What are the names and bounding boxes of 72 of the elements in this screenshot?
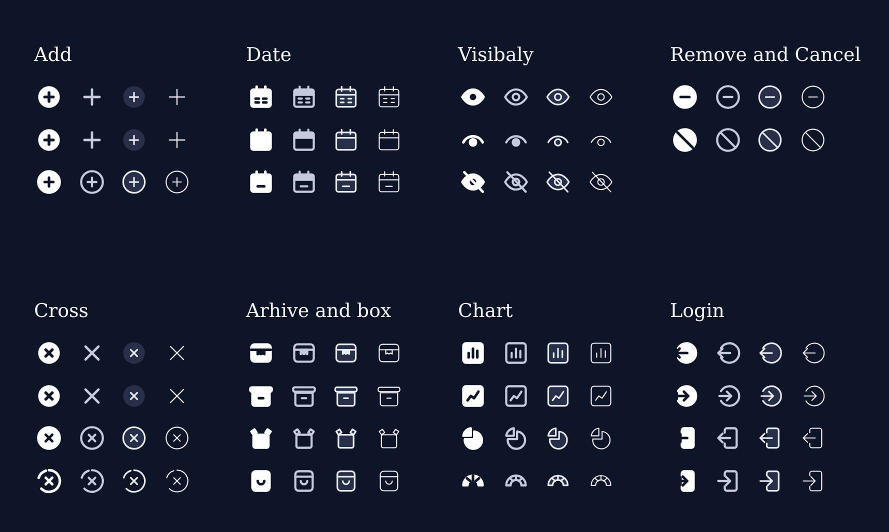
gauge-icon: [545, 474, 571, 487]
prohibited-icon: [714, 126, 740, 152]
eye-slash-icon: [502, 169, 528, 195]
gauge-icon: [502, 474, 528, 487]
calendar-icon: [290, 126, 316, 152]
pie-chart-icon: [545, 425, 571, 451]
eye-slash-icon: [545, 169, 571, 195]
calendar-icon: [248, 169, 274, 195]
x-circle-icon: [121, 425, 147, 451]
plus-circle-icon: [36, 169, 62, 195]
bar-chart-icon: [460, 340, 486, 366]
bar-chart-icon: [502, 340, 528, 366]
plus-icon: [36, 126, 62, 152]
x-circle-icon: [36, 468, 62, 494]
plus-circle-icon: [78, 169, 104, 195]
pie-chart-icon: [460, 425, 486, 451]
eye-slash-icon: [460, 169, 486, 195]
section-title: Login: [670, 299, 725, 324]
calendar-icon: [376, 169, 402, 195]
calendar-icon: [290, 169, 316, 195]
minus-circle-icon: [757, 84, 783, 110]
open-box-icon: [248, 425, 274, 451]
pie-chart-icon: [588, 425, 614, 451]
section-title: Arhive and box: [246, 299, 392, 324]
gauge-icon: [588, 474, 614, 487]
section-title: Cross: [34, 299, 89, 324]
arrow-circle-icon: [714, 340, 740, 366]
x-circle-icon: [164, 425, 190, 451]
section-title: Visibaly: [458, 43, 534, 68]
x-circle-icon: [78, 468, 104, 494]
plus-circle-icon: [164, 169, 190, 195]
line-chart-icon: [502, 382, 528, 408]
plus-icon: [121, 84, 147, 110]
calendar-icon: [333, 126, 359, 152]
section-title: Add: [34, 43, 72, 68]
x-icon: [36, 382, 62, 408]
minus-circle-icon: [714, 84, 740, 110]
x-icon: [121, 382, 147, 408]
minus-circle-icon: [800, 84, 826, 110]
gauge-icon: [460, 474, 486, 487]
x-icon: [36, 340, 62, 366]
calendar-icon: [376, 84, 402, 110]
plus-circle-icon: [121, 169, 147, 195]
calendar-icon: [248, 126, 274, 152]
section-title: Date: [246, 43, 292, 68]
line-chart-icon: [588, 382, 614, 408]
bar-chart-icon: [545, 340, 571, 366]
section-title: Remove and Cancel: [670, 43, 861, 68]
prohibited-icon: [757, 126, 783, 152]
calendar-icon: [248, 84, 274, 110]
prohibited-icon: [800, 126, 826, 152]
calendar-icon: [376, 126, 402, 152]
minus-circle-icon: [672, 84, 698, 110]
line-chart-icon: [460, 382, 486, 408]
plus-icon: [36, 84, 62, 110]
line-chart-icon: [545, 382, 571, 408]
open-box-icon: [290, 425, 316, 451]
section-title: Chart: [458, 299, 513, 324]
bar-chart-icon: [588, 340, 614, 366]
calendar-icon: [333, 84, 359, 110]
prohibited-icon: [672, 126, 698, 152]
plus-icon: [121, 126, 147, 152]
x-circle-icon: [121, 468, 147, 494]
arrow-circle-icon: [757, 340, 783, 366]
pie-chart-icon: [502, 425, 528, 451]
x-icon: [121, 340, 147, 366]
x-circle-icon: [36, 425, 62, 451]
eye-slash-icon: [588, 169, 614, 195]
calendar-icon: [290, 84, 316, 110]
x-circle-icon: [164, 468, 190, 494]
calendar-icon: [333, 169, 359, 195]
x-circle-icon: [78, 425, 104, 451]
